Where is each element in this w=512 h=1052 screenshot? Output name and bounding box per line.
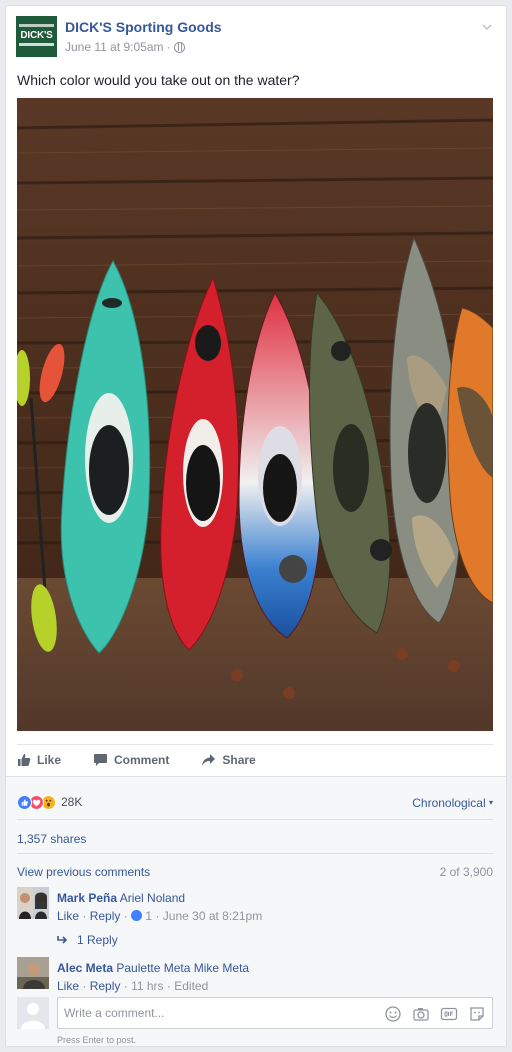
avatar[interactable] (17, 957, 49, 989)
comment-author[interactable]: Alec Meta (57, 961, 113, 975)
reactions-summary[interactable]: 28K Chronological ▾ (17, 792, 493, 812)
divider (17, 819, 493, 820)
emoji-icon[interactable] (384, 1005, 402, 1023)
comments-section: 28K Chronological ▾ 1,357 shares View pr… (6, 776, 506, 1046)
comment-time[interactable]: June 30 at 8:21pm (163, 909, 262, 923)
chevron-down-icon[interactable] (482, 22, 492, 32)
tagged-user[interactable]: Ariel Noland (120, 891, 185, 905)
like-button[interactable]: Like (17, 753, 61, 767)
post-actions: Like Comment Share (17, 744, 493, 774)
post-timestamp[interactable]: June 11 at 9:05am (65, 40, 164, 54)
globe-icon (173, 41, 185, 53)
thumbs-up-icon (18, 753, 31, 766)
comment-author[interactable]: Mark Peña (57, 891, 117, 905)
comment-button[interactable]: Comment (93, 753, 169, 767)
divider (17, 853, 493, 854)
post-card: DICK'S DICK'S Sporting Goods June 11 at … (5, 5, 507, 1047)
post-meta: June 11 at 9:05am · (65, 40, 185, 54)
meta-separator: · (166, 40, 171, 54)
thumbs-up-icon (131, 910, 143, 921)
caret-down-icon: ▾ (488, 798, 493, 807)
comment-icon (94, 753, 108, 766)
comment-body: Mark Peña Ariel Noland Like · Reply · 1 … (57, 891, 263, 923)
sort-label: Chronological (412, 796, 486, 810)
share-button[interactable]: Share (201, 752, 256, 767)
avatar[interactable] (17, 887, 49, 919)
reaction-count[interactable]: 28K (61, 795, 82, 809)
post-photo[interactable] (17, 98, 493, 731)
edited-label[interactable]: Edited (174, 979, 208, 993)
like-reaction-icon (17, 794, 32, 810)
share-label: Share (222, 752, 256, 767)
page-name-link[interactable]: DICK'S Sporting Goods (65, 19, 222, 35)
avatar (17, 997, 49, 1029)
comment-like-count[interactable]: 1 (145, 909, 152, 923)
comment-composer: Write a comment... (17, 997, 493, 1031)
logo-stripe (19, 24, 54, 27)
logo-stripe (19, 43, 54, 46)
comment-count: 2 of 3,900 (439, 865, 493, 879)
reply-arrow-icon (57, 936, 68, 944)
comment-label: Comment (114, 752, 170, 767)
share-icon (202, 753, 216, 766)
sort-dropdown[interactable]: Chronological ▾ (412, 796, 493, 810)
shares-count[interactable]: 1,357 shares (17, 832, 86, 846)
comment-time[interactable]: 11 hrs (131, 979, 163, 993)
gif-icon[interactable] (440, 1005, 458, 1023)
comment-input-placeholder: Write a comment... (64, 1006, 165, 1020)
comment-reply-link[interactable]: Reply (90, 909, 121, 923)
page-avatar[interactable]: DICK'S (16, 16, 57, 57)
camera-icon[interactable] (412, 1005, 430, 1023)
composer-hint: Press Enter to post. (57, 1035, 137, 1045)
comment-like-link[interactable]: Like (57, 979, 79, 993)
comment-like-link[interactable]: Like (57, 909, 79, 923)
tagged-users[interactable]: Paulette Meta Mike Meta (116, 961, 249, 975)
replies-label: 1 Reply (77, 933, 118, 947)
post-header: DICK'S DICK'S Sporting Goods June 11 at … (16, 16, 496, 60)
post-text: Which color would you take out on the wa… (17, 72, 300, 88)
like-label: Like (37, 752, 62, 767)
composer-tools (384, 1005, 486, 1023)
view-replies-link[interactable]: 1 Reply (57, 933, 118, 947)
comment-body: Alec Meta Paulette Meta Mike Meta Like ·… (57, 961, 250, 993)
sticker-icon[interactable] (468, 1005, 486, 1023)
comment-input[interactable]: Write a comment... (57, 997, 493, 1029)
comment-reply-link[interactable]: Reply (90, 979, 121, 993)
view-previous-comments-link[interactable]: View previous comments (17, 865, 150, 879)
logo-text: DICK'S (20, 30, 53, 41)
